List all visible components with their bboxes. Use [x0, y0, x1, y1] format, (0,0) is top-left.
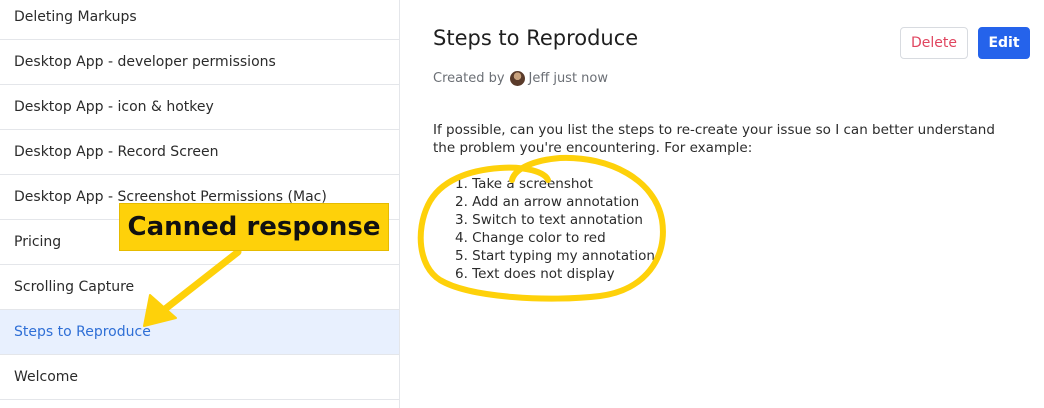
- sidebar-item-welcome[interactable]: Welcome: [0, 355, 399, 400]
- article-body: If possible, can you list the steps to r…: [433, 122, 995, 156]
- sidebar-item-label: Pricing: [14, 234, 62, 250]
- article-panel: Steps to Reproduce Delete Edit Created b…: [400, 0, 1044, 408]
- created-time: just now: [553, 71, 609, 86]
- list-item: 4. Change color to red: [455, 230, 606, 246]
- created-by-label: Created by: [433, 71, 505, 86]
- sidebar-item-label: Scrolling Capture: [14, 279, 135, 295]
- sidebar-item-label: Deleting Markups: [14, 9, 137, 25]
- list-item: 2. Add an arrow annotation: [455, 194, 640, 210]
- page-title: Steps to Reproduce: [433, 26, 639, 50]
- list-item: 5. Start typing my annotation: [455, 248, 655, 264]
- sidebar-item-scrolling-capture[interactable]: Scrolling Capture: [0, 265, 399, 310]
- list-item: 1. Take a screenshot: [455, 176, 593, 192]
- sidebar-item-label: Desktop App - developer permissions: [14, 54, 276, 70]
- sidebar-item-label: Welcome: [14, 369, 79, 385]
- sidebar-item-desktop-app-record-screen[interactable]: Desktop App - Record Screen: [0, 130, 399, 175]
- sidebar-item-deleting-markups[interactable]: Deleting Markups: [0, 0, 399, 40]
- delete-button[interactable]: Delete: [900, 27, 968, 59]
- author-name: Jeff: [528, 71, 550, 86]
- steps-list: 1. Take a screenshot 2. Add an arrow ann…: [455, 175, 655, 283]
- sidebar-item-desktop-app-icon-hotkey[interactable]: Desktop App - icon & hotkey: [0, 85, 399, 130]
- sidebar-item-label: Desktop App - Record Screen: [14, 144, 219, 160]
- avatar: [509, 71, 525, 86]
- app-window: Deleting Markups Desktop App - developer…: [0, 0, 1044, 408]
- canned-response-callout: Canned response: [119, 203, 389, 251]
- sidebar-item-desktop-app-developer-permissions[interactable]: Desktop App - developer permissions: [0, 40, 399, 85]
- sidebar-item-steps-to-reproduce[interactable]: Steps to Reproduce: [0, 310, 399, 355]
- edit-button[interactable]: Edit: [978, 27, 1030, 59]
- sidebar-item-label: Steps to Reproduce: [14, 324, 151, 340]
- article-meta: Created by Jeff just now: [433, 71, 608, 86]
- list-item: 6. Text does not display: [455, 266, 615, 282]
- list-item: 3. Switch to text annotation: [455, 212, 643, 228]
- sidebar-item-label: Desktop App - icon & hotkey: [14, 99, 214, 115]
